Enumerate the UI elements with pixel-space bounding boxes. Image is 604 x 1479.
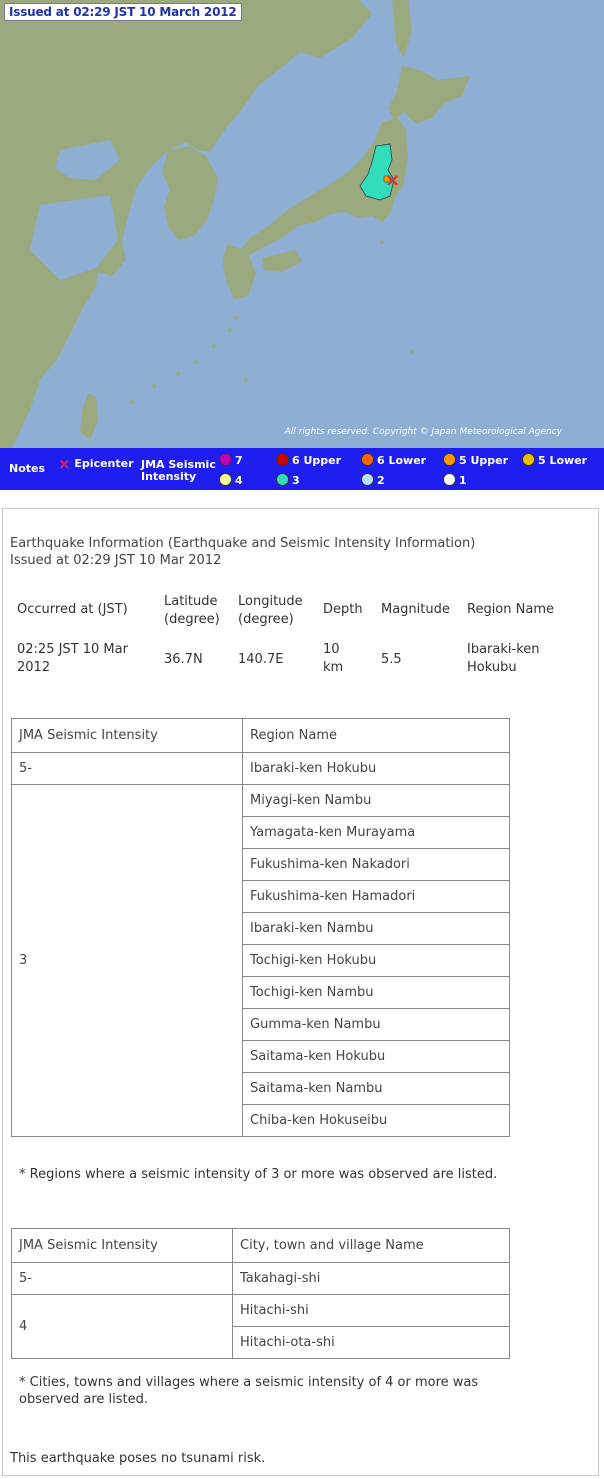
city-table-note-2: observed are listed. [19,1392,149,1407]
region-cell: Saitama-ken Hokubu [242,1040,510,1073]
legend-item: 6 Lower [361,453,426,467]
legend-item: 3 [276,473,300,487]
value-magnitude: 5.5 [381,652,402,667]
region-table-note: * Regions where a seismic intensity of 3… [19,1167,498,1182]
region-cell: Tochigi-ken Nambu [242,976,510,1009]
value-occurred: 02:25 JST 10 Mar [17,642,128,657]
map-graphic [0,0,604,448]
city-cell: Hitachi-ota-shi [232,1326,510,1359]
col-latitude: Latitude [164,594,218,609]
city-cell: Hitachi-shi [232,1294,510,1327]
city-table-note: * Cities, towns and villages where a sei… [19,1375,479,1390]
legend-item: 1 [443,473,467,487]
city-intensity-table: JMA Seismic Intensity City, town and vil… [11,1228,510,1359]
legend-intensity-title: JMA Seismic Intensity [141,458,216,483]
intensity-value: 5- [11,1262,233,1295]
intensity-value: 5- [11,752,243,785]
col-region: Region Name [467,602,554,617]
intensity-6-upper-icon [276,453,289,466]
info-heading: Earthquake Information (Earthquake and S… [10,536,476,551]
region-intensity-table: JMA Seismic Intensity Region Name 5- Iba… [11,718,510,1137]
region-cell: Saitama-ken Nambu [242,1072,510,1105]
map-legend: Notes × Epicenter JMA Seismic Intensity 7… [0,448,604,490]
col-longitude: Longitude [238,594,303,609]
region-cell: Chiba-ken Hokuseibu [242,1104,510,1137]
intensity-3-icon [276,473,289,486]
value-depth: 10 [323,642,340,657]
legend-epicenter: × Epicenter [58,455,134,473]
legend-item: 7 [219,453,243,467]
value-longitude: 140.7E [238,652,284,667]
legend-notes: Notes [9,462,46,475]
issued-timestamp: Issued at 02:29 JST 10 March 2012 [4,3,242,21]
region-table-header-intensity: JMA Seismic Intensity [11,718,243,753]
col-longitude-unit: (degree) [238,612,294,627]
legend-item: 5 Lower [522,453,587,467]
intensity-7-icon [219,453,232,466]
intensity-4-icon [219,473,232,486]
intensity-5-upper-icon [443,453,456,466]
region-cell: Fukushima-ken Hamadori [242,880,510,913]
region-table-header-region: Region Name [242,718,510,753]
region-cell: Fukushima-ken Nakadori [242,848,510,881]
city-table-header-intensity: JMA Seismic Intensity [11,1228,233,1263]
legend-item: 4 [219,473,243,487]
epicenter-icon: × [58,455,71,473]
intensity-1-icon [443,473,456,486]
intensity-value: 3 [11,784,243,1137]
value-latitude: 36.7N [164,652,203,667]
intensity-map: Issued at 02:29 JST 10 March 2012 × All … [0,0,604,448]
legend-item: 2 [361,473,385,487]
legend-item: 6 Upper [276,453,341,467]
col-occurred: Occurred at (JST) [17,602,128,617]
value-region: Ibaraki-ken [467,642,540,657]
region-cell: Tochigi-ken Hokubu [242,944,510,977]
city-cell: Takahagi-shi [232,1262,510,1295]
value-depth-unit: km [323,660,344,675]
region-cell: Yamagata-ken Murayama [242,816,510,849]
col-latitude-unit: (degree) [164,612,220,627]
intensity-2-icon [361,473,374,486]
region-cell: Ibaraki-ken Hokubu [242,752,510,785]
region-cell: Gumma-ken Nambu [242,1008,510,1041]
legend-item: 5 Upper [443,453,508,467]
region-cell: Miyagi-ken Nambu [242,784,510,817]
info-issued: Issued at 02:29 JST 10 Mar 2012 [10,553,222,568]
tsunami-statement: This earthquake poses no tsunami risk. [10,1451,266,1466]
region-cell: Ibaraki-ken Nambu [242,912,510,945]
city-table-header-city: City, town and village Name [232,1228,510,1263]
intensity-value: 4 [11,1294,233,1359]
copyright-note: All rights reserved. Copyright © Japan M… [284,427,562,437]
value-occurred-year: 2012 [17,660,51,675]
intensity-5-lower-icon [522,453,535,466]
col-magnitude: Magnitude [381,602,450,617]
intensity-6-lower-icon [361,453,374,466]
value-region-2: Hokubu [467,660,517,675]
col-depth: Depth [323,602,363,617]
epicenter-marker: × [385,170,401,191]
